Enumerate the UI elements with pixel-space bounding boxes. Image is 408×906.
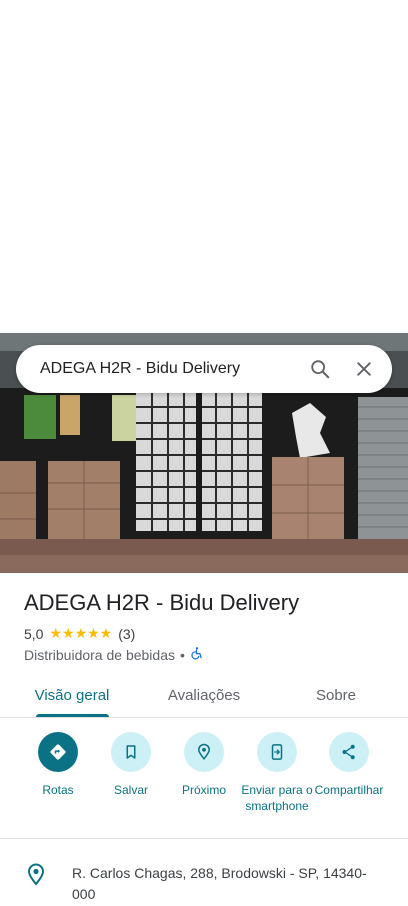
tab-overview[interactable]: Visão geral: [24, 672, 120, 718]
search-bar[interactable]: ADEGA H2R - Bidu Delivery: [16, 345, 392, 393]
rating-value: 5,0: [24, 625, 44, 642]
search-input[interactable]: ADEGA H2R - Bidu Delivery: [40, 360, 296, 378]
place-category: Distribuidora de bebidas: [24, 646, 175, 663]
location-pin-icon: [24, 862, 48, 886]
tab-about[interactable]: Sobre: [296, 672, 376, 718]
send-to-phone-label: Enviar para o smartphone: [241, 783, 313, 813]
tab-active-indicator: [36, 714, 109, 717]
blank-area: [0, 0, 408, 333]
rating-stars: ★★★★★: [49, 625, 113, 641]
tab-bar: Visão geral Avaliações Sobre: [0, 672, 408, 718]
action-buttons: Rotas Salvar Próximo Enviar para o smart…: [0, 730, 408, 830]
wheelchair-icon: [190, 646, 204, 663]
search-icon[interactable]: [300, 349, 340, 389]
nearby-label: Próximo: [181, 783, 226, 797]
nearby-icon: [184, 732, 224, 772]
save-label: Salvar: [113, 783, 148, 797]
tab-reviews[interactable]: Avaliações: [152, 672, 256, 718]
category-row: Distribuidora de bebidas •: [24, 646, 204, 663]
send-to-phone-button[interactable]: Enviar para o smartphone: [237, 730, 317, 814]
rating-row[interactable]: 5,0 ★★★★★ (3): [24, 625, 135, 642]
share-icon: [329, 732, 369, 772]
share-button[interactable]: Compartilhar: [309, 730, 389, 798]
directions-button[interactable]: Rotas: [18, 730, 98, 798]
divider: [0, 838, 408, 839]
send-to-phone-icon: [257, 732, 297, 772]
place-title: ADEGA H2R - Bidu Delivery: [24, 590, 300, 615]
bookmark-icon: [111, 732, 151, 772]
nearby-button[interactable]: Próximo: [164, 730, 244, 798]
close-icon[interactable]: [344, 349, 384, 389]
separator-dot: •: [179, 646, 185, 663]
review-count[interactable]: (3): [118, 626, 135, 642]
directions-icon: [38, 732, 78, 772]
address-text[interactable]: R. Carlos Chagas, 288, Brodowski - SP, 1…: [72, 863, 372, 905]
save-button[interactable]: Salvar: [91, 730, 171, 798]
directions-label: Rotas: [42, 783, 74, 797]
share-label: Compartilhar: [314, 783, 384, 797]
